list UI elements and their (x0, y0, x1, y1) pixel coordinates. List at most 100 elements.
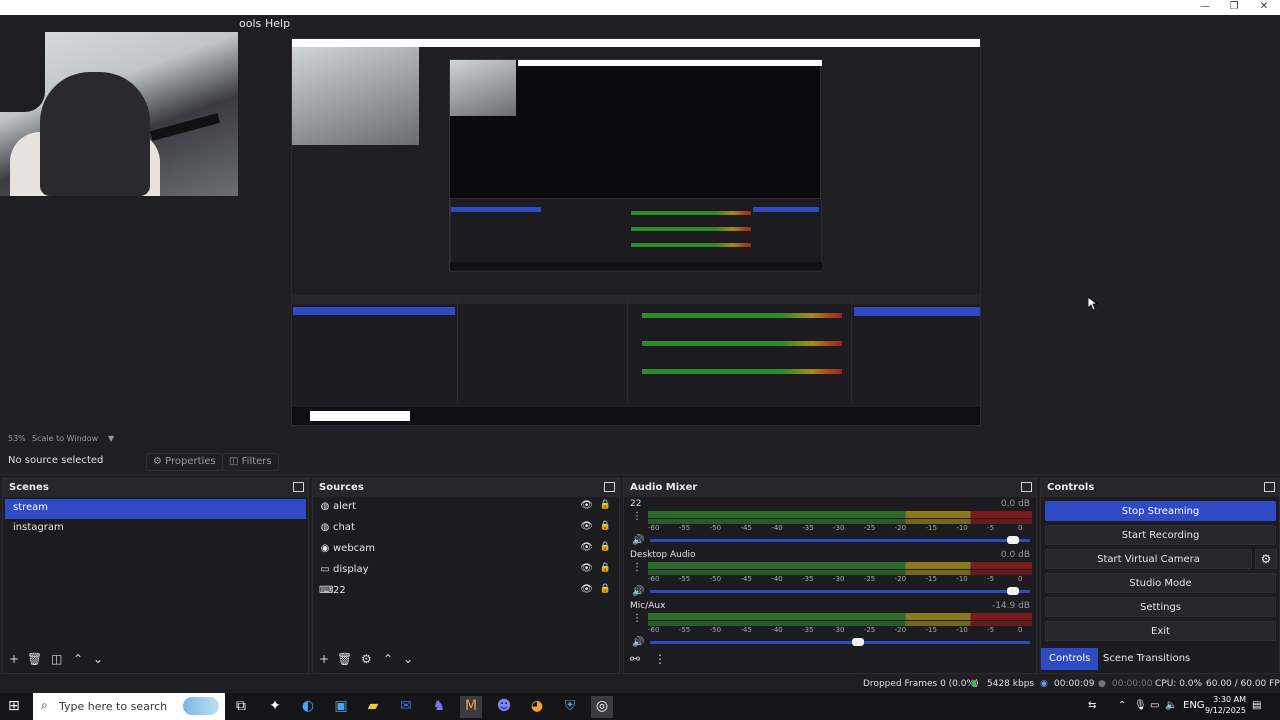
store-icon[interactable]: ▣ (330, 696, 352, 718)
chrome-icon[interactable]: ◕ (526, 696, 548, 718)
move-down-icon[interactable]: ⌄ (93, 652, 103, 666)
no-source-label: No source selected (8, 455, 104, 466)
link-icon[interactable]: ⚯ (630, 652, 640, 666)
obs-icon[interactable]: ◎ (591, 696, 613, 718)
source-label: 22 (333, 585, 346, 596)
filters-button[interactable]: ◫ Filters (222, 453, 279, 471)
language-indicator[interactable]: ENG (1183, 700, 1205, 711)
notifications-icon[interactable]: ▤ (1252, 700, 1261, 711)
trash-icon[interactable]: 🗑 (337, 652, 352, 666)
source-item-22[interactable]: ⌨22 👁 🔒 (313, 581, 619, 602)
move-up-icon[interactable]: ⌃ (73, 652, 83, 666)
popout-icon[interactable] (293, 482, 304, 492)
shield-icon[interactable]: ⛨ (559, 696, 581, 718)
mixer-channel: Desktop Audio 0.0 dB ⋮ -60 -55 -50 -45 -40 -3… (628, 550, 1032, 602)
virtual-camera-settings-button[interactable]: ⚙ (1255, 549, 1277, 569)
lock-icon[interactable]: 🔒 (600, 542, 611, 552)
maximize-button[interactable]: ❐ (1219, 1, 1249, 12)
nested-docks (292, 295, 980, 403)
folder-icon[interactable]: ▰ (362, 696, 384, 718)
properties-button[interactable]: ⚙ Properties (146, 453, 223, 471)
tab-scene-transitions[interactable]: Scene Transitions (1095, 648, 1198, 670)
volume-slider-handle[interactable] (1006, 587, 1019, 595)
add-icon[interactable]: + (9, 652, 19, 666)
eye-icon[interactable]: 👁 (580, 584, 593, 595)
person-head (40, 72, 150, 196)
volume-slider[interactable] (650, 539, 1030, 542)
outlook-icon[interactable]: ✉ (395, 696, 417, 718)
speaker-icon[interactable]: 🔊 (632, 535, 644, 546)
mixer-title: Audio Mixer (630, 482, 698, 493)
volume-icon[interactable]: 🔈 (1165, 700, 1177, 711)
tab-controls[interactable]: Controls (1041, 648, 1099, 670)
chevron-down-icon[interactable]: ▼ (108, 434, 114, 443)
gear-icon[interactable]: ⚙ (361, 652, 372, 666)
wifi-icon[interactable]: ▭ (1150, 700, 1159, 711)
start-virtual-camera-button[interactable]: Start Virtual Camera (1045, 549, 1252, 569)
chevron-up-icon[interactable]: ⌃ (1118, 700, 1126, 711)
minimize-button[interactable]: — (1190, 1, 1220, 12)
volume-slider[interactable] (650, 641, 1030, 644)
edge-icon[interactable]: ◐ (297, 696, 319, 718)
eye-icon[interactable]: 👁 (580, 521, 593, 532)
filter-icon: ◫ (229, 456, 239, 467)
meter-tick-label: -55 (678, 626, 691, 634)
popout-icon[interactable] (604, 482, 615, 492)
nested-mixer-dock (628, 295, 852, 403)
scene-item-instagram[interactable]: instagram (5, 519, 306, 539)
kebab-menu-icon[interactable]: ⋮ (632, 613, 642, 624)
nested-inner-meter (631, 243, 751, 247)
stop-streaming-button[interactable]: Stop Streaming (1045, 501, 1276, 521)
preview-canvas[interactable] (0, 32, 1280, 432)
signal-icon: ▮ (972, 679, 977, 689)
scale-mode[interactable]: Scale to Window (32, 434, 98, 443)
app-icon[interactable]: M (460, 696, 482, 718)
discord-icon[interactable]: ☻ (493, 696, 515, 718)
close-button[interactable]: ✕ (1249, 1, 1279, 12)
menu-help[interactable]: Help (265, 17, 290, 30)
zoom-level: 53% (8, 434, 26, 443)
eye-icon[interactable]: 👁 (580, 500, 593, 511)
volume-slider-handle[interactable] (1006, 536, 1019, 544)
lock-icon[interactable]: 🔒 (600, 500, 611, 510)
kebab-menu-icon[interactable]: ⋮ (654, 652, 666, 666)
scale-bar: 53% Scale to Window ▼ (0, 432, 1280, 446)
move-up-icon[interactable]: ⌃ (383, 652, 393, 666)
microphone-icon[interactable]: 🎙 (1134, 700, 1147, 711)
move-down-icon[interactable]: ⌄ (403, 652, 413, 666)
popout-icon[interactable] (1021, 482, 1032, 492)
volume-slider-handle[interactable] (852, 638, 865, 646)
eye-icon[interactable]: 👁 (580, 542, 593, 553)
taskbar-clock[interactable]: 3:30 AM 9/12/2025 (1205, 694, 1246, 716)
nested-dock-header (852, 295, 980, 304)
eye-icon[interactable]: 👁 (580, 563, 593, 574)
menu-tools[interactable]: ools (239, 17, 261, 30)
game-controller-icon[interactable]: ♞ (428, 696, 450, 718)
scene-filter-icon[interactable]: ◫ (51, 652, 62, 666)
source-item-alert[interactable]: ◍ alert 👁 🔒 (313, 497, 619, 518)
popout-icon[interactable] (1264, 482, 1275, 492)
speaker-icon[interactable]: 🔊 (632, 586, 644, 597)
kebab-menu-icon[interactable]: ⋮ (632, 562, 642, 573)
add-icon[interactable]: + (319, 652, 329, 666)
network-share-icon[interactable]: ⇆ (1088, 700, 1096, 711)
source-item-webcam[interactable]: ◉ webcam 👁 🔒 (313, 539, 619, 560)
copilot-icon[interactable]: ✦ (264, 696, 286, 718)
start-recording-button[interactable]: Start Recording (1045, 525, 1276, 545)
studio-mode-button[interactable]: Studio Mode (1045, 573, 1276, 593)
windows-start-icon[interactable]: ⊞ (8, 698, 20, 714)
source-item-display[interactable]: ▭ display 👁 🔒 (313, 560, 619, 581)
source-item-chat[interactable]: ◍ chat 👁 🔒 (313, 518, 619, 539)
kebab-menu-icon[interactable]: ⋮ (632, 511, 642, 522)
lock-icon[interactable]: 🔒 (600, 563, 611, 573)
trash-icon[interactable]: 🗑 (27, 652, 42, 666)
task-view-icon[interactable]: ⧉ (230, 696, 252, 718)
lock-icon[interactable]: 🔒 (600, 521, 611, 531)
volume-slider[interactable] (650, 590, 1030, 593)
taskbar-search[interactable]: ⌕ Type here to search (33, 693, 225, 720)
exit-button[interactable]: Exit (1045, 621, 1276, 641)
meter-tick-label: -40 (771, 626, 783, 634)
settings-button[interactable]: Settings (1045, 597, 1276, 617)
lock-icon[interactable]: 🔒 (600, 584, 611, 594)
scene-item-stream[interactable]: stream (5, 499, 306, 519)
